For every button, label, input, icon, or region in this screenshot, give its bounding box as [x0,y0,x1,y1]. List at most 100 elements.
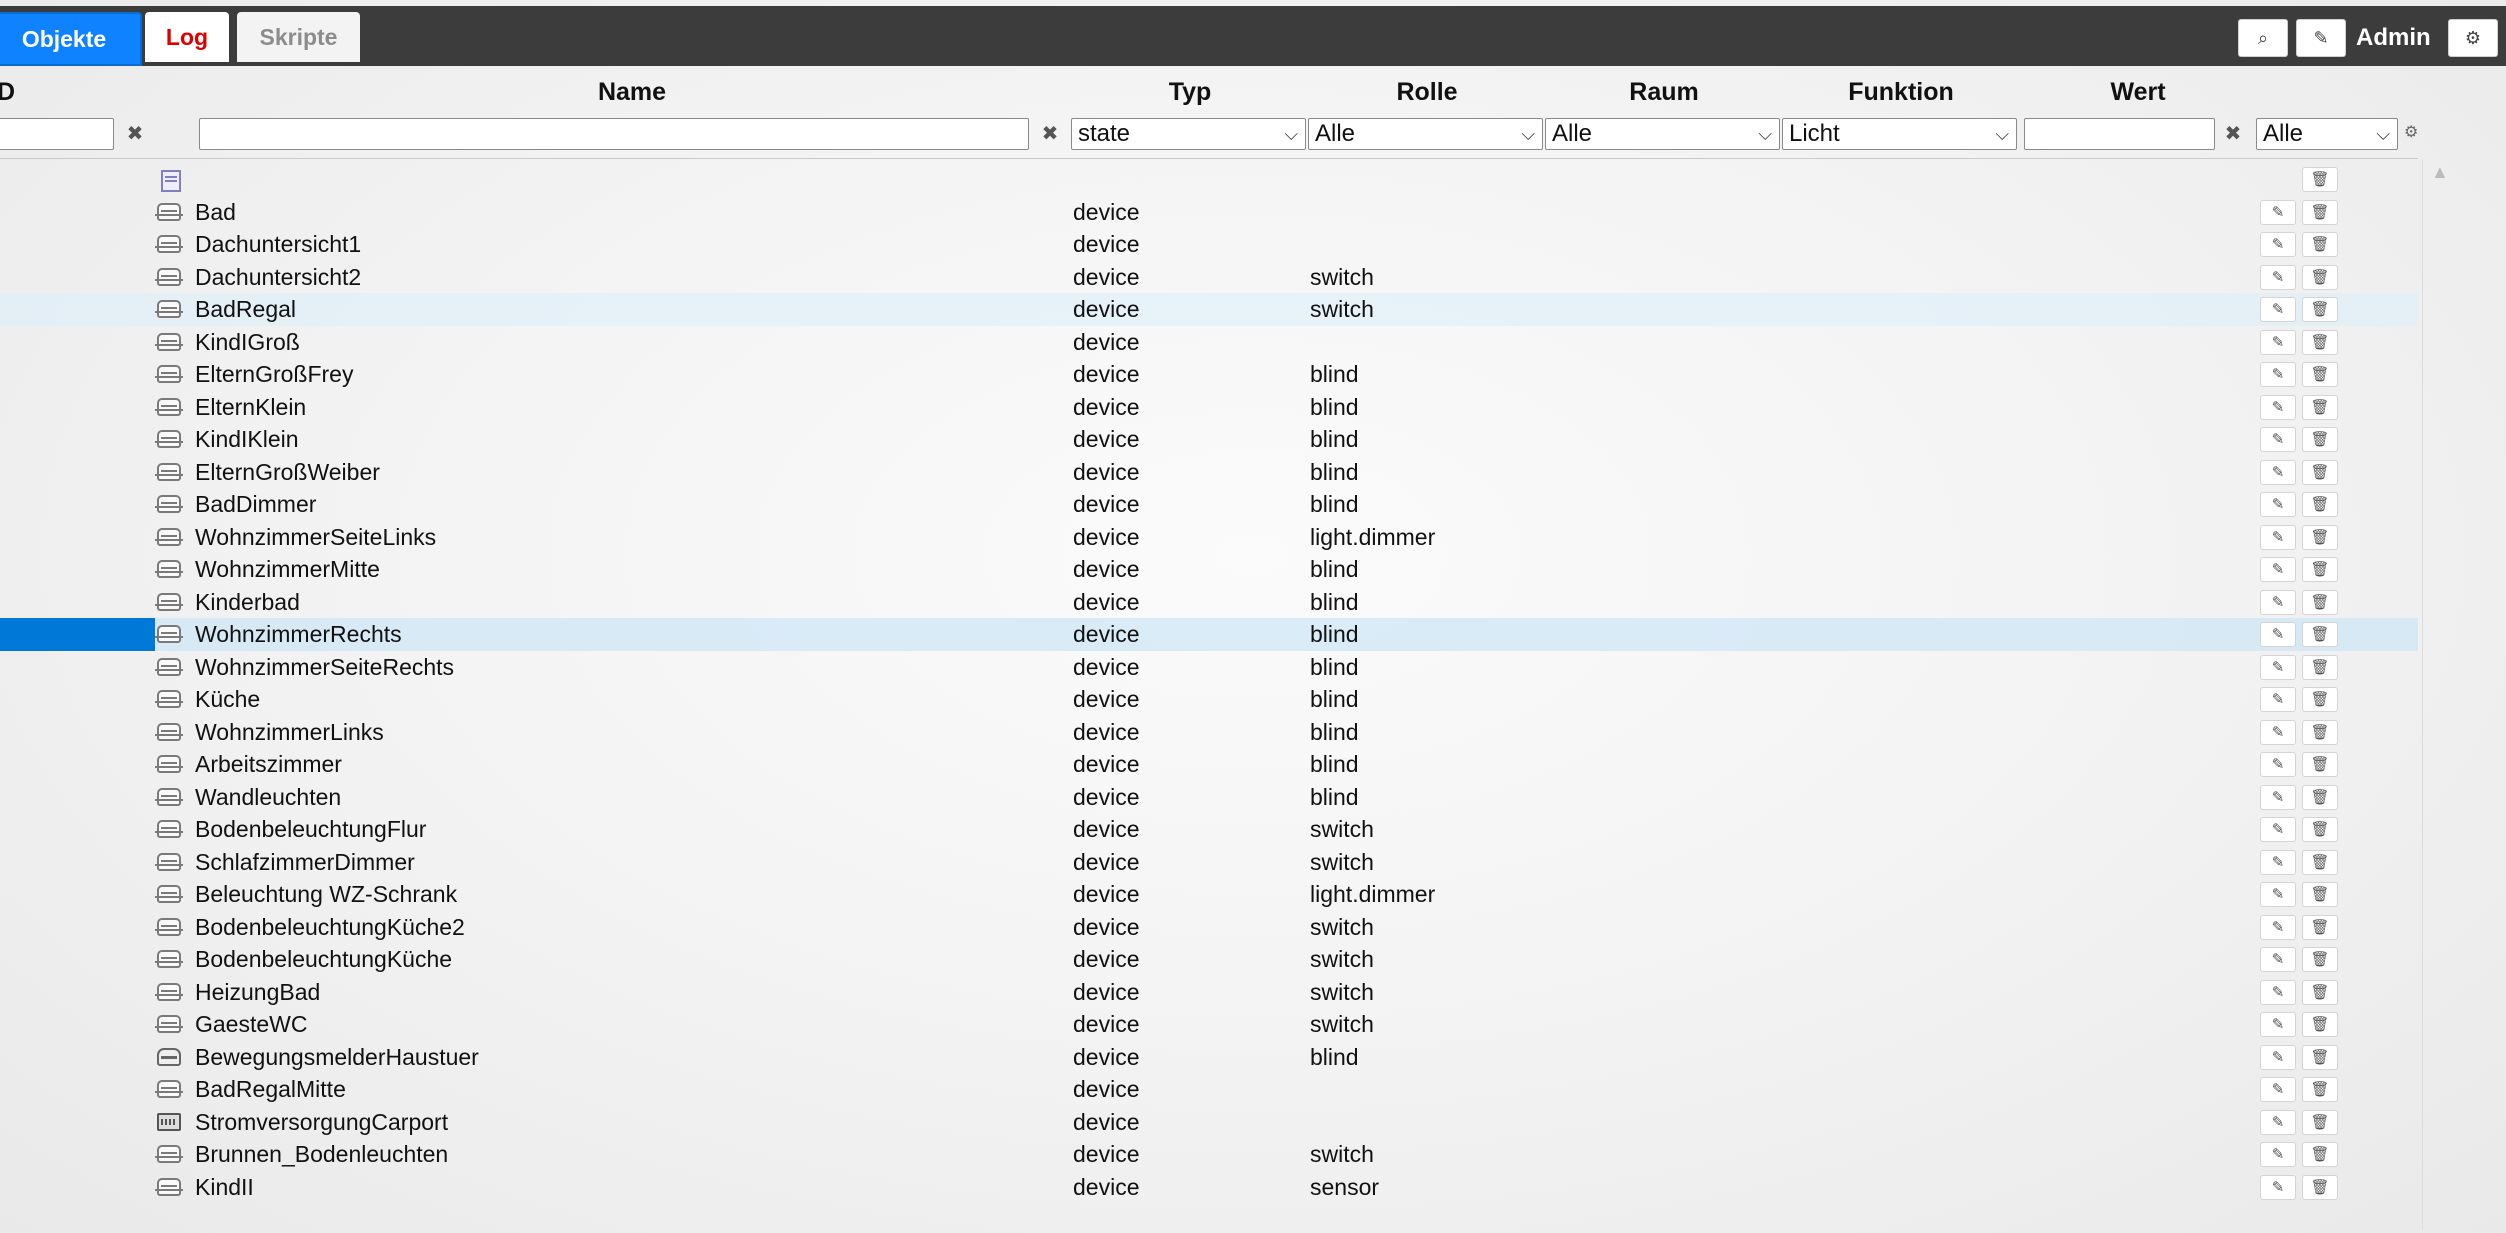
table-row[interactable]: WohnzimmerSeiteRechts device blind ✎ 🗑 [0,651,2418,684]
table-row[interactable]: ElternKlein device blind ✎ 🗑 [0,391,2418,424]
edit-button[interactable]: ✎ [2260,654,2296,680]
delete-button[interactable]: 🗑 [2302,1044,2338,1070]
table-row[interactable]: WohnzimmerMitte device blind ✎ 🗑 [0,553,2418,586]
delete-button[interactable]: 🗑 [2302,687,2338,712]
delete-button[interactable]: 🗑 [2302,654,2338,680]
edit-button[interactable]: ✎ [2260,1012,2296,1037]
edit-button[interactable]: ✎ [2260,817,2296,842]
delete-button[interactable]: 🗑 [2302,492,2338,517]
delete-button[interactable]: 🗑 [2302,394,2338,420]
edit-button[interactable]: ✎ [2260,459,2296,485]
column-header-name[interactable]: Name [200,78,1064,107]
delete-button[interactable]: 🗑 [2302,1142,2338,1167]
delete-button[interactable]: 🗑 [2302,784,2338,810]
settings-button[interactable]: ⚙ [2448,19,2498,57]
delete-button[interactable]: 🗑 [2302,329,2338,355]
table-row[interactable]: Dachuntersicht2 device switch ✎ 🗑 [0,261,2418,294]
table-row[interactable]: BadRegal device switch ✎ 🗑 [0,293,2418,326]
delete-button[interactable]: 🗑 [2302,914,2338,940]
table-row[interactable]: StromversorgungCarport device ✎ 🗑 [0,1106,2418,1139]
delete-button[interactable]: 🗑 [2302,167,2338,192]
clear-wert-filter-button[interactable]: ✖ [2219,118,2247,150]
edit-button[interactable]: ✎ [2260,914,2296,940]
typ-filter-select[interactable]: state ⌵ [1071,118,1306,150]
table-row[interactable]: BodenbeleuchtungKüche2 device switch ✎ 🗑 [0,911,2418,944]
delete-button[interactable]: 🗑 [2302,427,2338,452]
column-header-wert[interactable]: Wert [2018,78,2258,107]
table-row[interactable]: KindII device sensor ✎ 🗑 [0,1171,2418,1204]
table-row[interactable]: ElternGroßFrey device blind ✎ 🗑 [0,358,2418,391]
scroll-up-arrow-icon[interactable]: ▲ [2431,162,2449,183]
table-row[interactable]: Dachuntersicht1 device ✎ 🗑 [0,228,2418,261]
delete-button[interactable]: 🗑 [2302,817,2338,842]
tab-skripte[interactable]: Skripte [237,12,360,62]
tab-objekte[interactable]: Objekte [0,12,142,66]
edit-button[interactable]: ✎ [2260,199,2296,225]
delete-button[interactable]: 🗑 [2302,947,2338,972]
column-settings-icon[interactable]: ⚙ [2404,122,2418,142]
table-row[interactable]: BodenbeleuchtungFlur device switch ✎ 🗑 [0,813,2418,846]
delete-button[interactable]: 🗑 [2302,557,2338,582]
edit-mode-button[interactable]: ✎ [2296,19,2346,57]
table-row[interactable]: Küche device blind ✎ 🗑 [0,683,2418,716]
table-row[interactable]: Bad device ✎ 🗑 [0,196,2418,229]
table-row[interactable]: Wandleuchten device blind ✎ 🗑 [0,781,2418,814]
scrollbar[interactable]: ▲ [2422,160,2453,1230]
table-row[interactable]: Arbeitszimmer device blind ✎ 🗑 [0,748,2418,781]
edit-button[interactable]: ✎ [2260,784,2296,810]
edit-button[interactable]: ✎ [2260,362,2296,387]
edit-button[interactable]: ✎ [2260,1174,2296,1200]
edit-button[interactable]: ✎ [2260,849,2296,875]
delete-button[interactable]: 🗑 [2302,1012,2338,1037]
delete-button[interactable]: 🗑 [2302,1077,2338,1102]
delete-button[interactable]: 🗑 [2302,199,2338,225]
table-row[interactable]: WohnzimmerLinks device blind ✎ 🗑 [0,716,2418,749]
edit-button[interactable]: ✎ [2260,427,2296,452]
table-row[interactable]: BadDimmer device blind ✎ 🗑 [0,488,2418,521]
delete-button[interactable]: 🗑 [2302,979,2338,1005]
edit-button[interactable]: ✎ [2260,719,2296,745]
delete-button[interactable]: 🗑 [2302,232,2338,257]
column-header-raum[interactable]: Raum [1544,78,1784,107]
edit-button[interactable]: ✎ [2260,492,2296,517]
edit-button[interactable]: ✎ [2260,979,2296,1005]
id-cell[interactable] [0,618,155,651]
edit-button[interactable]: ✎ [2260,524,2296,550]
edit-button[interactable]: ✎ [2260,882,2296,907]
edit-button[interactable]: ✎ [2260,394,2296,420]
table-row[interactable]: BodenbeleuchtungKüche device switch ✎ 🗑 [0,943,2418,976]
name-filter-input[interactable] [199,118,1029,150]
table-row[interactable]: WohnzimmerRechts device blind ✎ 🗑 [0,618,2418,651]
table-row[interactable]: KindIKlein device blind ✎ 🗑 [0,423,2418,456]
table-row[interactable]: GaesteWC device switch ✎ 🗑 [0,1008,2418,1041]
edit-button[interactable]: ✎ [2260,1142,2296,1167]
search-button[interactable]: ⌕ [2238,19,2288,57]
edit-button[interactable]: ✎ [2260,752,2296,777]
edit-button[interactable]: ✎ [2260,589,2296,615]
table-row[interactable]: HeizungBad device switch ✎ 🗑 [0,976,2418,1009]
delete-button[interactable]: 🗑 [2302,264,2338,290]
column-header-id[interactable]: D [0,78,16,107]
delete-button[interactable]: 🗑 [2302,524,2338,550]
table-row[interactable]: 🗑 [0,163,2418,196]
extra-filter-select[interactable]: Alle ⌵ [2256,118,2398,150]
delete-button[interactable]: 🗑 [2302,297,2338,322]
edit-button[interactable]: ✎ [2260,687,2296,712]
table-row[interactable]: Beleuchtung WZ-Schrank device light.dimmer… [0,878,2418,911]
delete-button[interactable]: 🗑 [2302,882,2338,907]
table-row[interactable]: WohnzimmerSeiteLinks device light.dimmer ✎ 🗑 [0,521,2418,554]
table-row[interactable]: Brunnen_Bodenleuchten device switch ✎ 🗑 [0,1138,2418,1171]
tab-log[interactable]: Log [145,12,229,62]
rolle-filter-select[interactable]: Alle ⌵ [1308,118,1543,150]
delete-button[interactable]: 🗑 [2302,589,2338,615]
edit-button[interactable]: ✎ [2260,297,2296,322]
edit-button[interactable]: ✎ [2260,329,2296,355]
edit-button[interactable]: ✎ [2260,557,2296,582]
delete-button[interactable]: 🗑 [2302,1174,2338,1200]
column-header-funktion[interactable]: Funktion [1781,78,2021,107]
delete-button[interactable]: 🗑 [2302,1109,2338,1135]
delete-button[interactable]: 🗑 [2302,752,2338,777]
edit-button[interactable]: ✎ [2260,264,2296,290]
edit-button[interactable]: ✎ [2260,622,2296,647]
table-row[interactable]: SchlafzimmerDimmer device switch ✎ 🗑 [0,846,2418,879]
